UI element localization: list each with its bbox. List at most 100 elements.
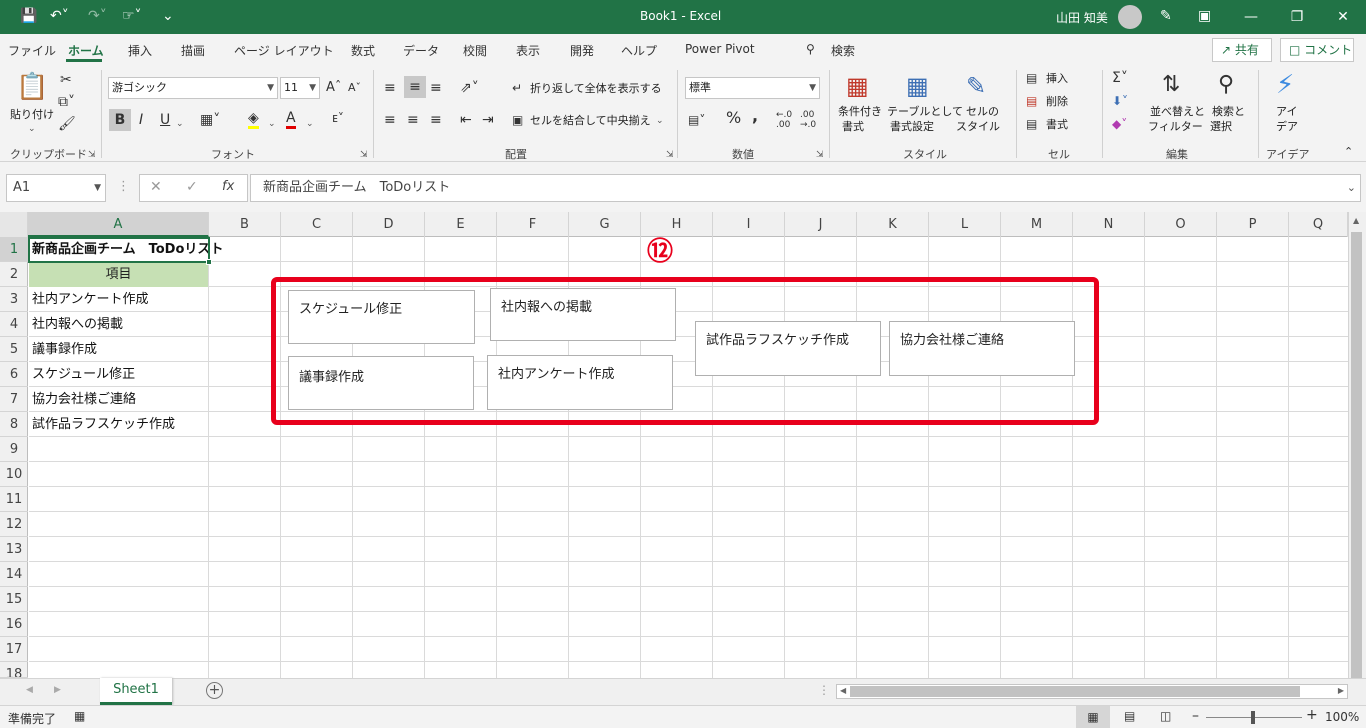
restore-icon[interactable]: ❐ bbox=[1274, 0, 1320, 34]
align-center-icon[interactable]: ≡ bbox=[407, 112, 419, 128]
accounting-format-icon[interactable]: ▤˅ bbox=[688, 112, 705, 128]
tab-search[interactable]: 検索 bbox=[831, 42, 855, 59]
page-break-view-icon[interactable]: ◫ bbox=[1160, 709, 1171, 723]
sort-filter-button[interactable]: 並べ替えと bbox=[1150, 105, 1205, 119]
customize-qat-icon[interactable]: ⌄ bbox=[162, 8, 174, 24]
cell-styles-icon[interactable]: ✎ bbox=[966, 72, 986, 100]
cell-a4[interactable]: 社内報への掲載 bbox=[29, 312, 123, 337]
format-as-table-button[interactable]: テーブルとして bbox=[887, 105, 963, 119]
zoom-in-icon[interactable]: + bbox=[1306, 707, 1318, 723]
insert-cells-button[interactable]: 挿入 bbox=[1046, 72, 1068, 86]
cell-a3[interactable]: 社内アンケート作成 bbox=[29, 287, 148, 312]
conditional-format-button[interactable]: 条件付き bbox=[838, 105, 882, 119]
row-header[interactable]: 4 bbox=[0, 312, 28, 337]
insert-function-icon[interactable]: fx bbox=[222, 179, 234, 194]
row-header[interactable]: 9 bbox=[0, 437, 28, 462]
row-header[interactable]: 13 bbox=[0, 537, 28, 562]
cancel-icon[interactable]: ✕ bbox=[150, 179, 162, 195]
tab-draw[interactable]: 描画 bbox=[181, 42, 205, 59]
column-header[interactable]: I bbox=[713, 212, 785, 237]
underline-dropdown-icon[interactable]: ⌄ bbox=[176, 116, 184, 132]
close-icon[interactable]: ✕ bbox=[1320, 0, 1366, 34]
cell-a5[interactable]: 議事録作成 bbox=[29, 337, 97, 362]
align-bottom-icon[interactable]: ≡ bbox=[430, 80, 442, 96]
align-left-icon[interactable]: ≡ bbox=[384, 112, 396, 128]
row-header[interactable]: 15 bbox=[0, 587, 28, 612]
alignment-launcher-icon[interactable]: ⇲ bbox=[666, 148, 674, 162]
tab-view[interactable]: 表示 bbox=[516, 42, 540, 59]
tab-formulas[interactable]: 数式 bbox=[351, 42, 375, 59]
delete-cells-icon[interactable]: ▤ bbox=[1026, 93, 1037, 109]
format-cells-button[interactable]: 書式 bbox=[1046, 118, 1068, 132]
column-header[interactable]: D bbox=[353, 212, 425, 237]
row-header[interactable]: 5 bbox=[0, 337, 28, 362]
shrink-font-icon[interactable]: Aˇ bbox=[348, 80, 361, 96]
merge-icon[interactable]: ▣ bbox=[512, 112, 523, 128]
row-header[interactable]: 14 bbox=[0, 562, 28, 587]
prev-sheet-icon[interactable]: ◀ bbox=[26, 685, 33, 695]
font-name-combo[interactable]: 游ゴシック ▼ bbox=[108, 77, 278, 99]
font-size-combo[interactable]: 11 ▼ bbox=[280, 77, 320, 99]
tab-home[interactable]: ホーム bbox=[68, 42, 104, 59]
tab-data[interactable]: データ bbox=[403, 42, 439, 59]
minimize-icon[interactable]: — bbox=[1228, 0, 1274, 34]
column-header[interactable]: B bbox=[209, 212, 281, 237]
clear-icon[interactable]: ◆˅ bbox=[1112, 116, 1127, 132]
fill-handle[interactable] bbox=[206, 259, 212, 265]
undo-icon[interactable]: ↶˅ bbox=[50, 8, 69, 24]
bold-button[interactable]: B bbox=[109, 109, 131, 131]
find-select-button[interactable]: 検索と bbox=[1212, 105, 1245, 119]
conditional-format-icon[interactable]: ▦ bbox=[846, 72, 869, 100]
enter-icon[interactable]: ✓ bbox=[186, 179, 198, 195]
column-header[interactable]: P bbox=[1217, 212, 1289, 237]
column-header[interactable]: Q bbox=[1289, 212, 1348, 237]
page-layout-view-icon[interactable]: ▤ bbox=[1124, 709, 1135, 723]
fill-dropdown-icon[interactable]: ⌄ bbox=[268, 116, 276, 132]
comma-icon[interactable]: , bbox=[752, 108, 758, 124]
scroll-left-icon[interactable]: ◀ bbox=[840, 686, 846, 695]
row-header[interactable]: 16 bbox=[0, 612, 28, 637]
next-sheet-icon[interactable]: ▶ bbox=[54, 685, 61, 695]
copy-icon[interactable]: ⧉˅ bbox=[58, 94, 75, 110]
row-header[interactable]: 2 bbox=[0, 262, 28, 287]
insert-cells-icon[interactable]: ▤ bbox=[1026, 70, 1037, 86]
paste-dropdown-icon[interactable]: ⌄ bbox=[28, 122, 36, 136]
comment-button[interactable]: □ コメント bbox=[1280, 38, 1354, 62]
cell-a8[interactable]: 試作品ラフスケッチ作成 bbox=[29, 412, 175, 437]
row-header[interactable]: 7 bbox=[0, 387, 28, 412]
row-header[interactable]: 8 bbox=[0, 412, 28, 437]
wrap-text-icon[interactable]: ↵ bbox=[512, 80, 522, 96]
font-color-dropdown-icon[interactable]: ⌄ bbox=[306, 116, 314, 132]
formula-input[interactable]: 新商品企画チーム ToDoリスト ⌄ bbox=[250, 174, 1361, 202]
ribbon-display-icon[interactable]: ▣ bbox=[1198, 8, 1211, 24]
tab-developer[interactable]: 開発 bbox=[570, 42, 594, 59]
column-header[interactable]: O bbox=[1145, 212, 1217, 237]
column-header[interactable]: F bbox=[497, 212, 569, 237]
cell-a7[interactable]: 協力会社様ご連絡 bbox=[29, 387, 136, 412]
scroll-right-icon[interactable]: ▶ bbox=[1338, 686, 1344, 695]
grow-font-icon[interactable]: Aˆ bbox=[326, 80, 341, 96]
cell-a6[interactable]: スケジュール修正 bbox=[29, 362, 135, 387]
format-painter-icon[interactable]: 🖌 bbox=[58, 116, 76, 132]
format-cells-icon[interactable]: ▤ bbox=[1026, 116, 1037, 132]
underline-button[interactable]: U bbox=[160, 112, 170, 128]
decrease-indent-icon[interactable]: ⇤ bbox=[460, 112, 472, 128]
phonetic-icon[interactable]: ᴇ˅ bbox=[332, 110, 344, 126]
avatar[interactable] bbox=[1118, 5, 1142, 29]
horizontal-scroll-thumb[interactable] bbox=[850, 686, 1300, 697]
splitter-icon[interactable]: ⋮ bbox=[818, 683, 830, 697]
collapse-ribbon-icon[interactable]: ⌃ bbox=[1344, 144, 1353, 160]
decrease-decimal-icon[interactable]: .00 →.0 bbox=[800, 110, 816, 130]
search-icon[interactable]: ⚲ bbox=[806, 42, 815, 56]
font-color-icon[interactable]: A bbox=[286, 110, 296, 129]
zoom-slider-thumb[interactable] bbox=[1251, 711, 1255, 724]
row-header[interactable]: 18 bbox=[0, 662, 28, 678]
cut-icon[interactable]: ✂ bbox=[60, 72, 72, 88]
increase-decimal-icon[interactable]: ←.0.00 bbox=[776, 110, 792, 130]
column-header[interactable]: A bbox=[28, 212, 209, 237]
column-header[interactable]: H bbox=[641, 212, 713, 237]
paste-icon[interactable]: 📋 bbox=[16, 72, 48, 102]
sort-filter-icon[interactable]: ⇅ bbox=[1162, 72, 1180, 98]
row-header[interactable]: 12 bbox=[0, 512, 28, 537]
column-header[interactable]: K bbox=[857, 212, 929, 237]
